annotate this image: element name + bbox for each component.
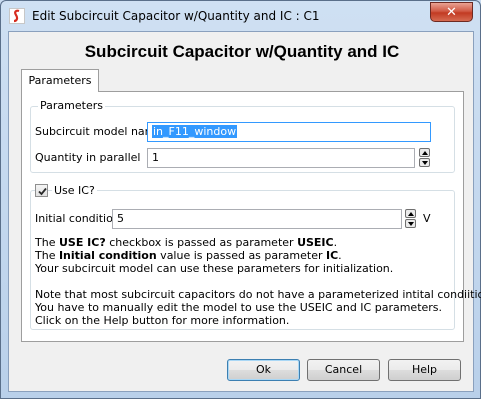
quantity-value: 1	[152, 151, 159, 164]
model-name-input[interactable]: in_F11_window	[147, 122, 431, 142]
close-button[interactable]: ✕	[430, 2, 473, 22]
spin-up-icon[interactable]	[419, 148, 430, 157]
close-icon: ✕	[446, 4, 457, 20]
use-ic-checkbox[interactable]	[35, 184, 48, 197]
model-name-label: Subcircuit model name	[35, 125, 163, 138]
initial-condition-label: Initial condition	[35, 212, 120, 225]
spin-down-icon[interactable]	[419, 158, 430, 167]
initial-condition-input[interactable]: 5	[112, 209, 402, 229]
spin-up-icon[interactable]	[405, 209, 416, 218]
tab-parameters[interactable]: Parameters	[21, 69, 99, 92]
unit-label: V	[423, 212, 431, 225]
description-line-4: Note that most subcircuit capacitors do …	[35, 288, 481, 301]
checkmark-icon	[38, 187, 47, 196]
window-title: Edit Subcircuit Capacitor w/Quantity and…	[32, 9, 320, 23]
dialog-window: Edit Subcircuit Capacitor w/Quantity and…	[0, 0, 481, 399]
description-line-2: The Initial condition value is passed as…	[35, 249, 342, 262]
tab-panel-parameters: Parameters Subcircuit model name in_F11_…	[21, 91, 481, 342]
quantity-input[interactable]: 1	[147, 148, 415, 168]
app-logo-icon	[9, 8, 25, 24]
use-ic-group: Use IC? Initial condition 5 V The USE IC…	[30, 184, 481, 330]
description-line-3: Your subcircuit model can use these para…	[35, 262, 394, 275]
ok-button[interactable]: Ok	[227, 359, 300, 381]
initial-condition-value: 5	[117, 212, 124, 225]
quantity-stepper[interactable]	[419, 148, 430, 168]
help-button[interactable]: Help	[388, 359, 461, 381]
dialog-body: Subcircuit Capacitor w/Quantity and IC P…	[8, 31, 481, 392]
dialog-heading: Subcircuit Capacitor w/Quantity and IC	[84, 42, 400, 61]
title-bar[interactable]: Edit Subcircuit Capacitor w/Quantity and…	[1, 1, 480, 31]
use-ic-label[interactable]: Use IC?	[52, 184, 97, 197]
parameters-group: Parameters Subcircuit model name in_F11_…	[30, 99, 455, 173]
description-line-5: You have to manually edit the model to u…	[35, 301, 443, 314]
initial-condition-stepper[interactable]	[405, 209, 416, 229]
spin-down-icon[interactable]	[405, 219, 416, 228]
description-line-1: The USE IC? checkbox is passed as parame…	[35, 236, 338, 249]
description-line-6: Click on the Help button for more inform…	[35, 314, 290, 327]
parameters-group-title: Parameters	[38, 99, 105, 112]
cancel-button[interactable]: Cancel	[307, 359, 380, 381]
model-name-value: in_F11_window	[152, 125, 238, 138]
quantity-label: Quantity in parallel	[35, 151, 141, 164]
